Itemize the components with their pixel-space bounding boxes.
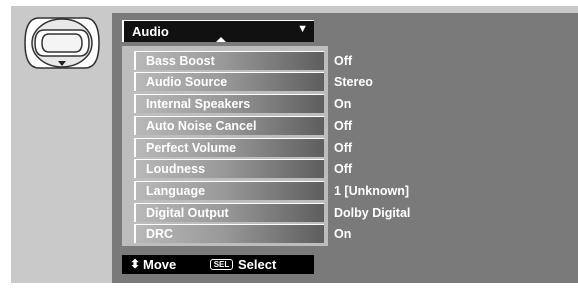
menu-item-label: Bass Boost [146, 54, 215, 68]
menu-item-language[interactable]: Language [134, 181, 324, 200]
menu-item-value: 1 [Unknown] [334, 184, 409, 198]
menu-item-value: On [334, 227, 352, 241]
dropdown-title: Audio [132, 24, 169, 39]
chevron-down-icon: ▼ [297, 23, 308, 35]
scroll-up-icon [216, 37, 226, 42]
remote-control-icon [24, 17, 100, 69]
menu-item-bass-boost[interactable]: Bass Boost [134, 51, 324, 70]
move-arrows-icon: ⬍ [130, 257, 141, 271]
menu-item-label: Auto Noise Cancel [146, 119, 257, 133]
sel-key-icon: SEL [210, 259, 233, 270]
menu-item-label: Loudness [146, 162, 206, 176]
menu-item-label: Internal Speakers [146, 97, 251, 111]
menu-item-label: Language [146, 184, 206, 198]
select-hint-label: Select [238, 257, 277, 272]
menu-item-value: Off [334, 54, 353, 68]
menu-item-audio-source[interactable]: Audio Source [134, 72, 324, 91]
menu-item-internal-speakers[interactable]: Internal Speakers [134, 94, 324, 113]
navigation-hint-bar: ⬍ Move SEL Select [122, 255, 314, 274]
menu-item-drc[interactable]: DRC [134, 224, 324, 243]
menu-item-value: On [334, 97, 352, 111]
move-hint-label: Move [143, 257, 177, 272]
menu-item-perfect-volume[interactable]: Perfect Volume [134, 138, 324, 157]
menu-item-value: Stereo [334, 75, 373, 89]
menu-item-value: Off [334, 162, 353, 176]
menu-item-value: Dolby Digital [334, 206, 411, 220]
menu-item-label: Digital Output [146, 206, 229, 220]
menu-item-digital-output[interactable]: Digital Output [134, 203, 324, 222]
menu-item-label: Audio Source [146, 75, 228, 89]
menu-item-value: Off [334, 141, 353, 155]
menu-item-label: DRC [146, 227, 174, 241]
menu-item-auto-noise-cancel[interactable]: Auto Noise Cancel [134, 116, 324, 135]
menu-item-loudness[interactable]: Loudness [134, 159, 324, 178]
menu-item-label: Perfect Volume [146, 141, 237, 155]
menu-item-value: Off [334, 119, 353, 133]
